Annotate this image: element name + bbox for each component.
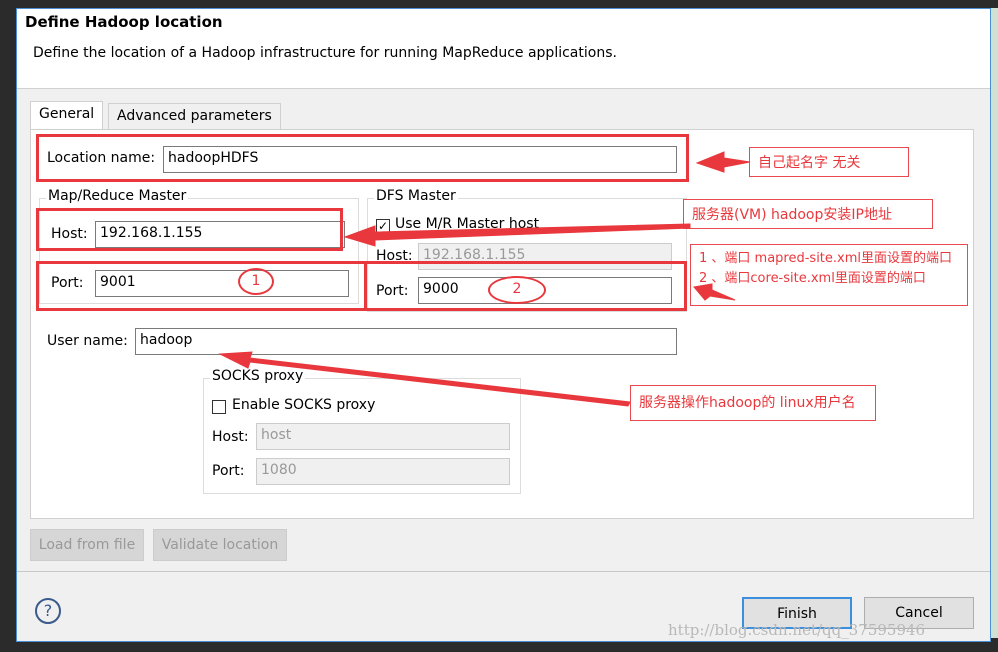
watermark: http://blog.csdn.net/qq_37595946 (668, 621, 926, 639)
arrow-to-location-name (695, 151, 751, 173)
arrow-to-ports (693, 283, 736, 301)
annotation-arrows (218, 151, 751, 407)
arrow-to-user-name (218, 351, 631, 407)
arrow-to-mr-host (343, 223, 691, 247)
